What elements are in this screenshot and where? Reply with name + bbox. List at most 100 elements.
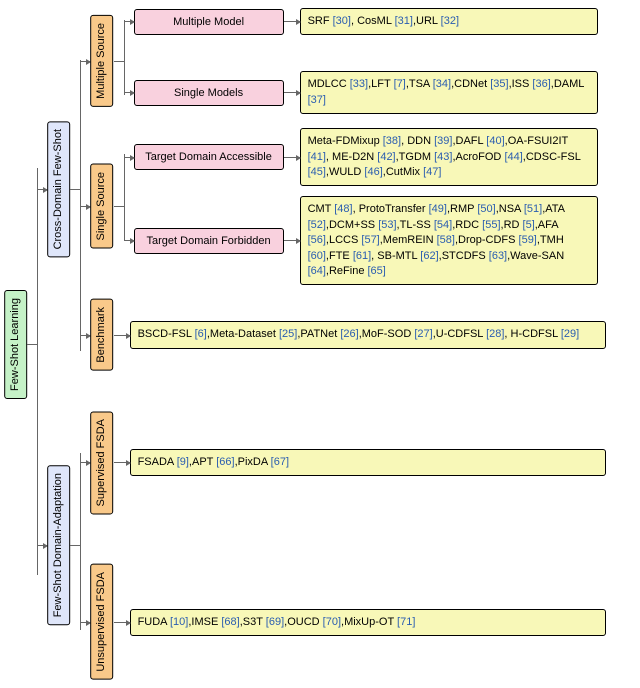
reference-link[interactable]: [52] — [308, 219, 326, 231]
reference-link[interactable]: [9] — [177, 456, 189, 468]
reference-link[interactable]: [56] — [308, 234, 326, 246]
branch-benchmark: Benchmark BSCD-FSL [6],Meta-Dataset [25]… — [80, 299, 605, 371]
method-name: ,APT — [189, 456, 216, 468]
reference-link[interactable]: [62] — [420, 250, 438, 262]
node-multiple-model: Multiple Model — [134, 9, 284, 35]
connector — [114, 61, 124, 62]
reference-link[interactable]: [29] — [561, 328, 579, 340]
method-name: ,OUCD — [284, 616, 323, 628]
method-name: CMT — [308, 203, 335, 215]
reference-link[interactable]: [48] — [334, 203, 352, 215]
reference-link[interactable]: [37] — [308, 94, 326, 106]
reference-link[interactable]: [63] — [489, 250, 507, 262]
reference-link[interactable]: [59] — [519, 234, 537, 246]
single-children: Target Domain Accessible Meta-FDMixup [3… — [124, 128, 598, 285]
connector — [80, 462, 90, 463]
reference-link[interactable]: [49] — [429, 203, 447, 215]
reference-link[interactable]: [54] — [434, 219, 452, 231]
reference-link[interactable]: [31] — [395, 15, 413, 27]
method-name: ,CDNet — [451, 78, 490, 90]
node-single-source: Single Source — [90, 164, 113, 249]
reference-link[interactable]: [44] — [504, 151, 522, 163]
reference-link[interactable]: [5] — [523, 219, 535, 231]
reference-link[interactable]: [58] — [437, 234, 455, 246]
connector — [114, 335, 130, 336]
branch-target-domain-forbidden: Target Domain Forbidden CMT [48], ProtoT… — [124, 196, 598, 285]
branch-multiple-model: Multiple Model SRF [30], CosML [31],URL … — [124, 8, 598, 35]
method-name: ,AFA — [535, 219, 558, 231]
reference-link[interactable]: [53] — [378, 219, 396, 231]
reference-link[interactable]: [51] — [524, 203, 542, 215]
node-supervised-fsda: Supervised FSDA — [90, 411, 113, 514]
leaf-target-domain-forbidden: CMT [48], ProtoTransfer [49],RMP [50],NS… — [300, 196, 598, 285]
method-name: ,CutMix — [383, 166, 423, 178]
node-target-domain-accessible: Target Domain Accessible — [134, 144, 284, 170]
reference-link[interactable]: [36] — [532, 78, 550, 90]
reference-link[interactable]: [68] — [221, 616, 239, 628]
connector — [284, 21, 300, 22]
method-name: ,U-CDFSL — [433, 328, 486, 340]
reference-link[interactable]: [42] — [377, 151, 395, 163]
reference-link[interactable]: [71] — [397, 616, 415, 628]
reference-link[interactable]: [47] — [423, 166, 441, 178]
reference-link[interactable]: [33] — [350, 78, 368, 90]
connector — [37, 189, 47, 190]
reference-link[interactable]: [40] — [486, 135, 504, 147]
reference-link[interactable]: [50] — [477, 203, 495, 215]
reference-link[interactable]: [25] — [279, 328, 297, 340]
reference-link[interactable]: [27] — [414, 328, 432, 340]
reference-link[interactable]: [61] — [353, 250, 371, 262]
reference-link[interactable]: [28] — [486, 328, 504, 340]
reference-link[interactable]: [26] — [340, 328, 358, 340]
reference-link[interactable]: [45] — [308, 166, 326, 178]
connector — [80, 61, 90, 62]
branch-target-domain-accessible: Target Domain Accessible Meta-FDMixup [3… — [124, 128, 598, 186]
reference-link[interactable]: [67] — [271, 456, 289, 468]
reference-link[interactable]: [34] — [433, 78, 451, 90]
reference-link[interactable]: [6] — [195, 328, 207, 340]
method-name: ,S3T — [240, 616, 266, 628]
reference-link[interactable]: [30] — [333, 15, 351, 27]
reference-link[interactable]: [57] — [361, 234, 379, 246]
node-cross-domain-few-shot: Cross-Domain Few-Shot — [47, 121, 70, 257]
method-name: ,URL — [413, 15, 441, 27]
reference-link[interactable]: [69] — [266, 616, 284, 628]
reference-link[interactable]: [60] — [308, 250, 326, 262]
reference-link[interactable]: [32] — [441, 15, 459, 27]
root-node: Few-Shot Learning — [4, 8, 27, 680]
reference-link[interactable]: [64] — [308, 265, 326, 277]
reference-link[interactable]: [46] — [364, 166, 382, 178]
method-name: ,OA-FSUI2IT — [505, 135, 568, 147]
method-name: ,MemREIN — [380, 234, 437, 246]
method-name: ,TGDM — [396, 151, 435, 163]
leaf-unsupervised-fsda: FUDA [10],IMSE [68],S3T [69],OUCD [70],M… — [130, 609, 606, 636]
connector — [114, 206, 124, 207]
level1-children: Cross-Domain Few-Shot Multiple Source Mu… — [37, 8, 605, 680]
leaf-multiple-model: SRF [30], CosML [31],URL [32] — [300, 8, 598, 35]
branch-single-models: Single Models MDLCC [33],LFT [7],TSA [34… — [124, 71, 598, 114]
method-name: , SB-MTL — [371, 250, 420, 262]
reference-link[interactable]: [41] — [308, 151, 326, 163]
reference-link[interactable]: [10] — [170, 616, 188, 628]
connector — [114, 622, 130, 623]
connector — [70, 545, 80, 546]
leaf-benchmark: BSCD-FSL [6],Meta-Dataset [25],PATNet [2… — [130, 321, 606, 348]
node-multiple-source: Multiple Source — [90, 15, 113, 107]
reference-link[interactable]: [66] — [216, 456, 234, 468]
method-name: , DDN — [401, 135, 434, 147]
method-name: ,DCM+SS — [326, 219, 378, 231]
method-name: MDLCC — [308, 78, 350, 90]
method-name: ,FTE — [326, 250, 353, 262]
connector — [80, 622, 90, 623]
reference-link[interactable]: [65] — [368, 265, 386, 277]
reference-link[interactable]: [55] — [482, 219, 500, 231]
node-few-shot-domain-adaptation: Few-Shot Domain-Adaptation — [47, 465, 70, 625]
method-name: ,DAML — [551, 78, 584, 90]
reference-link[interactable]: [38] — [383, 135, 401, 147]
reference-link[interactable]: [39] — [434, 135, 452, 147]
reference-link[interactable]: [43] — [434, 151, 452, 163]
reference-link[interactable]: [7] — [394, 78, 406, 90]
reference-link[interactable]: [70] — [323, 616, 341, 628]
leaf-supervised-fsda: FSADA [9],APT [66],PixDA [67] — [130, 449, 606, 476]
reference-link[interactable]: [35] — [490, 78, 508, 90]
